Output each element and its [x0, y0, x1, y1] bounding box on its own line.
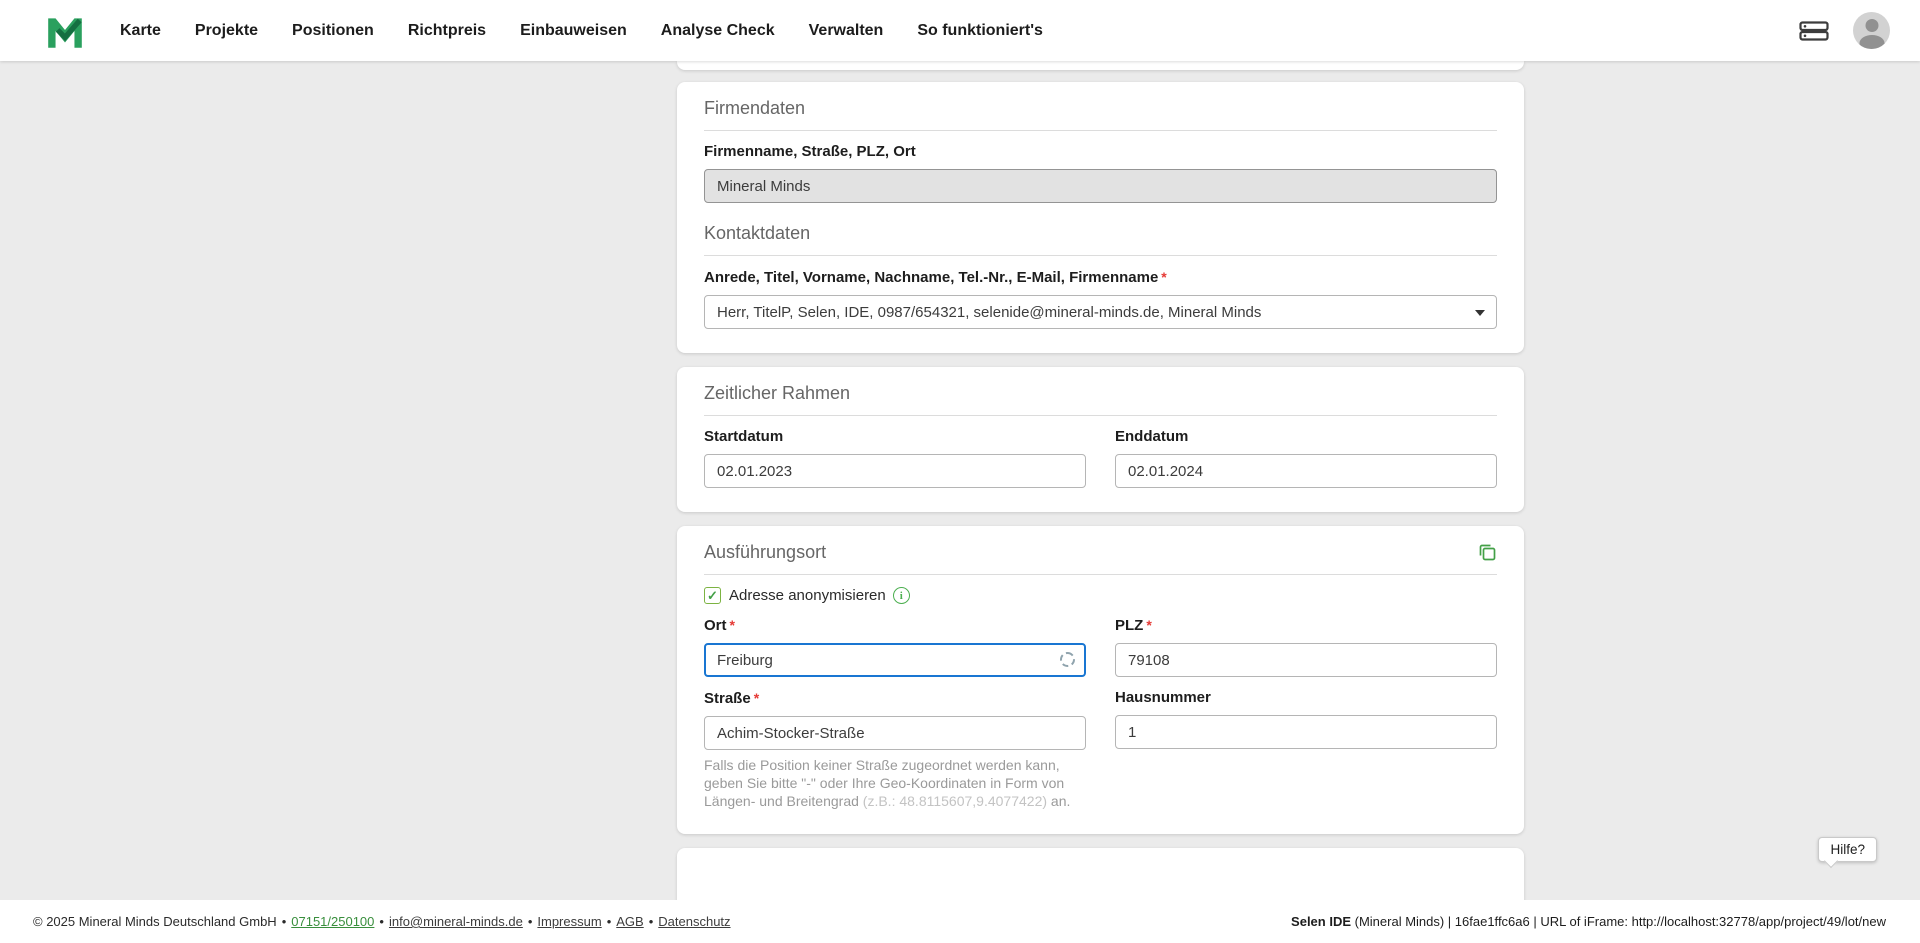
ort-label: Ort*	[704, 616, 1086, 635]
user-avatar[interactable]	[1853, 12, 1890, 49]
zeitraum-title: Zeitlicher Rahmen	[704, 383, 850, 403]
server-icon[interactable]	[1799, 20, 1829, 42]
street-hint-text: Falls die Position keiner Straße zugeord…	[704, 756, 1086, 810]
card-ausfuehrungsort: Ausführungsort Adresse anonymisieren Ort…	[677, 526, 1524, 834]
nav-item-projekte[interactable]: Projekte	[195, 22, 258, 40]
nav-item-so-funktionierts[interactable]: So funktioniert's	[917, 22, 1043, 40]
nav-item-analyse-check[interactable]: Analyse Check	[661, 22, 775, 40]
street-input[interactable]	[704, 716, 1086, 750]
card-zeitlicher-rahmen: Zeitlicher Rahmen Startdatum Enddatum	[677, 367, 1524, 512]
help-button[interactable]: Hilfe?	[1818, 837, 1877, 862]
copy-icon[interactable]	[1477, 542, 1497, 562]
impressum-link[interactable]: Impressum	[537, 914, 601, 929]
card-partial-bottom	[677, 848, 1524, 900]
strasse-hausnummer-row: Straße* Hausnummer	[704, 689, 1497, 750]
app-logo[interactable]	[44, 10, 86, 52]
start-date-input[interactable]	[704, 454, 1086, 488]
required-asterisk: *	[1146, 617, 1151, 633]
nav-item-karte[interactable]: Karte	[120, 22, 161, 40]
loading-spinner-icon	[1060, 652, 1075, 667]
kontaktdaten-title: Kontaktdaten	[704, 223, 810, 243]
contact-select[interactable]: Herr, TitelP, Selen, IDE, 0987/654321, s…	[704, 295, 1497, 329]
ausfuehrungsort-title: Ausführungsort	[704, 542, 826, 562]
company-name-input	[704, 169, 1497, 203]
form-column: Firmendaten Firmenname, Straße, PLZ, Ort…	[677, 61, 1524, 900]
ausfuehrungsort-title-row: Ausführungsort	[704, 542, 1497, 575]
required-asterisk: *	[730, 617, 735, 633]
content-area: Firmendaten Firmenname, Straße, PLZ, Ort…	[0, 61, 1920, 900]
nav-item-richtpreis[interactable]: Richtpreis	[408, 22, 486, 40]
ort-field: Ort*	[704, 616, 1086, 677]
phone-link[interactable]: 07151/250100	[291, 914, 374, 929]
info-icon[interactable]	[893, 587, 910, 604]
nav-item-positionen[interactable]: Positionen	[292, 22, 374, 40]
kontaktdaten-title-row: Kontaktdaten	[704, 223, 1497, 256]
ort-input-wrap	[704, 643, 1086, 677]
card-partial-top	[677, 61, 1524, 70]
mineral-minds-m-icon	[44, 10, 86, 52]
card-firmendaten: Firmendaten Firmenname, Straße, PLZ, Ort…	[677, 82, 1524, 353]
strasse-label: Straße*	[704, 689, 1086, 708]
avatar-shoulders-icon	[1859, 35, 1884, 49]
zeitraum-fields: Startdatum Enddatum	[704, 428, 1497, 488]
iframe-url-text: (Mineral Minds) | 16fae1ffc6a6 | URL of …	[1351, 914, 1886, 929]
enddatum-label: Enddatum	[1115, 428, 1497, 446]
nav-right-controls	[1799, 12, 1890, 49]
firmendaten-title: Firmendaten	[704, 98, 805, 118]
geo-example-text: (z.B.: 48.8115607,9.4077422)	[863, 793, 1047, 809]
required-asterisk: *	[1161, 269, 1166, 285]
house-number-input[interactable]	[1115, 715, 1497, 749]
kontakt-label: Anrede, Titel, Vorname, Nachname, Tel.-N…	[704, 268, 1497, 287]
copyright-text: © 2025 Mineral Minds Deutschland GmbH	[33, 914, 277, 929]
ide-name-text: Selen IDE	[1291, 914, 1351, 929]
contact-select-value: Herr, TitelP, Selen, IDE, 0987/654321, s…	[717, 304, 1261, 321]
nav-item-einbauweisen[interactable]: Einbauweisen	[520, 22, 627, 40]
email-link[interactable]: info@mineral-minds.de	[389, 914, 523, 929]
startdatum-field: Startdatum	[704, 428, 1086, 488]
firmendaten-title-row: Firmendaten	[704, 98, 1497, 131]
enddatum-field: Enddatum	[1115, 428, 1497, 488]
hausnummer-field: Hausnummer	[1115, 689, 1497, 750]
zeitraum-title-row: Zeitlicher Rahmen	[704, 383, 1497, 416]
avatar-head-icon	[1865, 19, 1878, 32]
required-asterisk: *	[754, 690, 759, 706]
postal-code-input[interactable]	[1115, 643, 1497, 677]
plz-field: PLZ*	[1115, 616, 1497, 677]
city-input[interactable]	[704, 643, 1086, 677]
anonymize-row: Adresse anonymisieren	[704, 587, 1497, 604]
datenschutz-link[interactable]: Datenschutz	[658, 914, 730, 929]
chevron-down-icon	[1475, 310, 1485, 316]
hausnummer-label: Hausnummer	[1115, 689, 1497, 707]
anonymize-label: Adresse anonymisieren	[729, 587, 886, 604]
footer-left: © 2025 Mineral Minds Deutschland GmbH•07…	[33, 914, 731, 929]
footer-debug-info: Selen IDE (Mineral Minds) | 16fae1ffc6a6…	[1291, 914, 1886, 929]
startdatum-label: Startdatum	[704, 428, 1086, 446]
agb-link[interactable]: AGB	[616, 914, 643, 929]
main-nav: Karte Projekte Positionen Richtpreis Ein…	[120, 22, 1043, 40]
plz-label: PLZ*	[1115, 616, 1497, 635]
top-nav: Karte Projekte Positionen Richtpreis Ein…	[0, 0, 1920, 61]
strasse-field: Straße*	[704, 689, 1086, 750]
company-label: Firmenname, Straße, PLZ, Ort	[704, 143, 1497, 161]
anonymize-checkbox-checked[interactable]	[704, 587, 721, 604]
ort-plz-row: Ort* PLZ*	[704, 616, 1497, 677]
end-date-input[interactable]	[1115, 454, 1497, 488]
footer: © 2025 Mineral Minds Deutschland GmbH•07…	[0, 900, 1920, 943]
nav-item-verwalten[interactable]: Verwalten	[809, 22, 884, 40]
